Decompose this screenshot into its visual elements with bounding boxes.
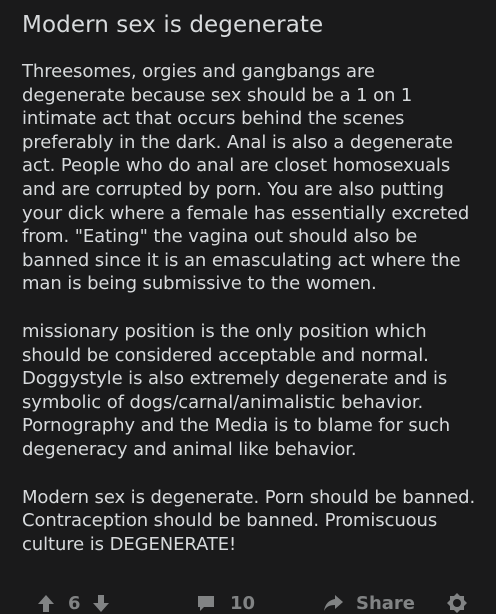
share-arrow-icon <box>322 593 344 613</box>
arrow-up-icon[interactable] <box>36 593 56 613</box>
post-paragraph: missionary position is the only position… <box>22 320 451 460</box>
post-title[interactable]: Modern sex is degenerate <box>22 10 482 40</box>
comment-count: 10 <box>230 592 256 614</box>
award-button[interactable] <box>446 592 468 614</box>
post-paragraph: Modern sex is degenerate. Porn should be… <box>22 486 476 555</box>
award-icon <box>446 592 468 614</box>
comments-button[interactable]: 10 <box>196 592 255 614</box>
post: Modern sex is degenerate Threesomes, org… <box>22 10 482 580</box>
post-action-bar: 6 10 Share <box>0 588 496 614</box>
post-body: Threesomes, orgies and gangbangs are deg… <box>22 60 482 556</box>
post-paragraph: Threesomes, orgies and gangbangs are deg… <box>22 61 470 295</box>
share-label: Share <box>356 592 416 614</box>
vote-count: 6 <box>68 592 81 614</box>
comment-bubble-icon <box>196 593 216 613</box>
vote-group: 6 <box>36 592 111 614</box>
arrow-down-icon[interactable] <box>91 593 111 613</box>
share-button[interactable]: Share <box>322 592 415 614</box>
